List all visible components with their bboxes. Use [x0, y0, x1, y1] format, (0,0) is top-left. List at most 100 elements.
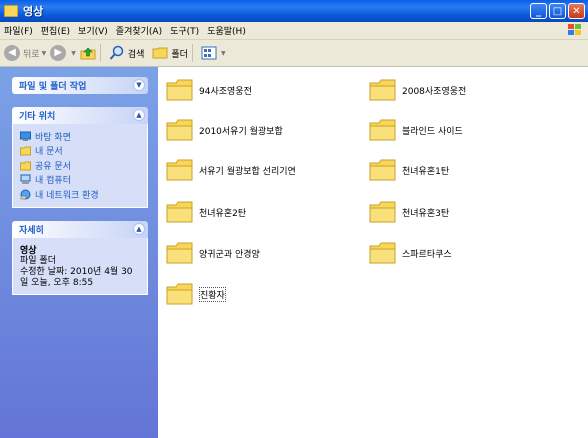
folder-name: 천녀유혼3탄 — [402, 208, 450, 219]
chevron-down-icon[interactable]: ▼ — [133, 79, 145, 91]
task-pane: 파일 및 폴더 작업 ▼ 기타 위치 ▲ 바탕 화면 내 문서 공유 문서 내 … — [0, 67, 158, 438]
folder-item[interactable]: 천녀유혼3탄 — [369, 199, 449, 225]
folder-icon — [4, 5, 18, 17]
my-computer-icon — [20, 174, 31, 185]
folder-view[interactable]: 94사조영웅전 2008사조영웅전 2010서유기 월광보합 블라인드 사이드 … — [158, 67, 588, 438]
folder-name: 94사조영웅전 — [199, 86, 252, 97]
folder-up-icon — [80, 47, 96, 60]
menu-view[interactable]: 보기(V) — [74, 24, 112, 37]
chevron-up-icon[interactable]: ▲ — [133, 223, 145, 235]
dropdown-arrow-icon[interactable]: ▼ — [42, 50, 47, 57]
folder-name: 양귀군과 안경양 — [199, 249, 260, 260]
forward-button[interactable]: ▶ ▼ — [50, 45, 76, 61]
details-title: 자세히 — [19, 226, 44, 236]
folder-item[interactable]: 94사조영웅전 — [166, 77, 252, 103]
windows-logo-icon — [568, 24, 581, 35]
place-my-computer[interactable]: 내 컴퓨터 — [20, 173, 140, 188]
back-arrow-icon: ◀ — [4, 45, 20, 61]
folder-icon — [369, 79, 396, 101]
toolbar-separator — [99, 44, 101, 62]
window-title: 영상 — [23, 5, 44, 18]
folder-icon — [369, 242, 396, 264]
place-label: 바탕 화면 — [35, 132, 71, 143]
dropdown-arrow-icon[interactable]: ▼ — [221, 50, 226, 57]
shared-documents-icon — [20, 161, 31, 171]
menu-favorites[interactable]: 즐겨찾기(A) — [112, 24, 166, 37]
folder-name: 스파르타쿠스 — [402, 249, 452, 260]
folder-item[interactable]: 천녀유혼1탄 — [369, 157, 449, 183]
folder-name: 2008사조영웅전 — [402, 86, 467, 97]
folder-item[interactable]: 양귀군과 안경양 — [166, 240, 260, 266]
up-button[interactable] — [80, 45, 96, 61]
back-label: 뒤로 — [23, 49, 40, 60]
views-icon — [201, 46, 217, 60]
folder-item[interactable]: 2008사조영웅전 — [369, 77, 466, 103]
maximize-button[interactable]: □ — [549, 3, 566, 19]
menu-edit[interactable]: 편집(E) — [37, 24, 74, 37]
desktop-icon — [20, 131, 31, 141]
file-tasks-panel: 파일 및 폴더 작업 ▼ — [12, 77, 148, 94]
place-label: 내 네트워크 환경 — [35, 190, 99, 201]
folder-item[interactable]: 2010서유기 월광보합 — [166, 117, 283, 143]
folder-icon — [166, 242, 193, 264]
folder-item[interactable]: 스파르타쿠스 — [369, 240, 452, 266]
folder-item[interactable]: 서유기 월광보합 선리기연 — [166, 157, 296, 183]
search-icon — [109, 45, 124, 60]
detail-folder-name: 영상 — [20, 246, 37, 256]
details-header[interactable]: 자세히 ▲ — [12, 221, 148, 238]
minimize-button[interactable]: _ — [530, 3, 547, 19]
folders-label: 폴더 — [171, 49, 188, 60]
place-label: 내 문서 — [35, 147, 63, 158]
place-desktop[interactable]: 바탕 화면 — [20, 129, 140, 144]
search-button[interactable]: 검색 — [109, 45, 145, 61]
forward-arrow-icon: ▶ — [50, 45, 67, 61]
place-label: 내 컴퓨터 — [35, 176, 71, 187]
title-bar[interactable]: 영상 _ □ ✕ — [0, 0, 588, 22]
folder-icon — [166, 283, 193, 305]
my-documents-icon — [20, 146, 31, 156]
folder-name: 2010서유기 월광보합 — [199, 126, 283, 137]
other-places-list: 바탕 화면 내 문서 공유 문서 내 컴퓨터 내 네트워크 환경 — [12, 124, 148, 208]
folder-icon — [166, 119, 193, 141]
folder-icon — [166, 159, 193, 181]
menu-tools[interactable]: 도구(T) — [166, 24, 203, 37]
folder-item[interactable]: 천녀유혼2탄 — [166, 199, 246, 225]
details-panel: 자세히 ▲ 영상 파일 폴더 수정한 날짜: 2010년 4월 30 일 오늘,… — [12, 221, 148, 295]
detail-modified: 일 오늘, 오후 8:55 — [20, 278, 94, 288]
close-button[interactable]: ✕ — [568, 3, 585, 19]
folder-item[interactable]: 블라인드 사이드 — [369, 117, 463, 143]
place-label: 공유 문서 — [35, 161, 71, 172]
folder-name: 블라인드 사이드 — [402, 126, 463, 137]
detail-modified: 수정한 날짜: 2010년 4월 30 — [20, 267, 133, 277]
place-network[interactable]: 내 네트워크 환경 — [20, 187, 140, 202]
views-button[interactable]: ▼ — [201, 45, 226, 61]
folder-icon — [166, 79, 193, 101]
menu-help[interactable]: 도움말(H) — [203, 24, 250, 37]
detail-type: 파일 폴더 — [20, 256, 56, 266]
other-places-title: 기타 위치 — [19, 112, 56, 122]
toolbar: ◀ 뒤로 ▼ ▶ ▼ 검색 폴더 ▼ — [0, 40, 588, 67]
dropdown-arrow-icon[interactable]: ▼ — [71, 50, 76, 57]
menu-bar: 파일(F) 편집(E) 보기(V) 즐겨찾기(A) 도구(T) 도움말(H) — [0, 22, 588, 40]
folder-icon — [369, 159, 396, 181]
file-tasks-header[interactable]: 파일 및 폴더 작업 ▼ — [12, 77, 148, 94]
folders-icon — [152, 47, 168, 59]
folder-icon — [166, 201, 193, 223]
folders-button[interactable]: 폴더 — [152, 46, 188, 60]
chevron-up-icon[interactable]: ▲ — [133, 109, 145, 121]
back-button[interactable]: ◀ 뒤로 ▼ — [4, 45, 46, 61]
menu-file[interactable]: 파일(F) — [0, 24, 37, 37]
network-icon — [20, 189, 31, 200]
toolbar-separator — [191, 44, 193, 62]
details-body: 영상 파일 폴더 수정한 날짜: 2010년 4월 30 일 오늘, 오후 8:… — [12, 238, 148, 295]
other-places-panel: 기타 위치 ▲ 바탕 화면 내 문서 공유 문서 내 컴퓨터 내 네트워크 환경 — [12, 107, 148, 208]
folder-name: 천녀유혼1탄 — [402, 166, 450, 177]
folder-icon — [369, 119, 396, 141]
folder-name: 진황자 — [199, 286, 226, 302]
other-places-header[interactable]: 기타 위치 ▲ — [12, 107, 148, 124]
place-my-documents[interactable]: 내 문서 — [20, 144, 140, 159]
folder-item[interactable]: 진황자 — [166, 281, 226, 307]
search-label: 검색 — [127, 49, 145, 60]
folder-name: 천녀유혼2탄 — [199, 208, 247, 219]
place-shared-documents[interactable]: 공유 문서 — [20, 158, 140, 173]
